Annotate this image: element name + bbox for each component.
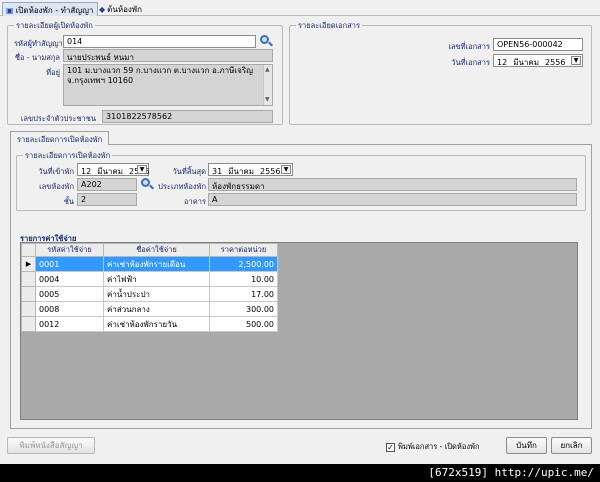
table-row[interactable]: 0005 ค่าน้ำประปา 17.00 (21, 286, 278, 302)
end-date-picker[interactable]: 31 มีนาคม 2556 ▼ (208, 163, 293, 176)
cell-name[interactable]: ค่าไฟฟ้า (103, 271, 210, 287)
tenant-address-field[interactable]: 101 ม.บางแวก 59 ก.บางแวก ต.บางแวก อ.ภาษี… (63, 64, 273, 106)
column-header-code[interactable]: รหัสค่าใช้จ่าย (35, 243, 104, 257)
table-row[interactable]: ▶ 0001 ค่าเช่าห้องพักรายเดือน 2,500.00 (21, 256, 278, 272)
cell-code[interactable]: 0001 (35, 256, 104, 272)
cell-name[interactable]: ค่าเช่าห้องพักรายวัน (103, 316, 210, 332)
tab-room-detail[interactable]: รายละเอียดการเปิดห้องพัก (10, 131, 110, 145)
address-scrollbar[interactable]: ▲ ▼ (263, 65, 272, 105)
print-contract-button[interactable]: พิมพ์หนังสือสัญญา (7, 437, 95, 454)
column-header-name[interactable]: ชื่อค่าใช้จ่าย (103, 243, 210, 257)
room-type-field: ห้องพักธรรมดา (208, 178, 577, 191)
cell-price[interactable]: 300.00 (209, 301, 278, 317)
chevron-down-icon[interactable]: ▼ (137, 165, 147, 174)
row-selector[interactable] (21, 286, 36, 302)
tab-room-list[interactable]: ◆ ต้นห้องพัก (96, 2, 146, 16)
floor-field: 2 (77, 193, 137, 206)
doc-date-label: วันที่เอกสาร (451, 58, 490, 67)
tenant-code-input[interactable]: 014 (63, 35, 256, 48)
chevron-down-icon[interactable]: ▼ (281, 165, 291, 174)
row-selector[interactable] (21, 301, 36, 317)
table-row[interactable]: 0012 ค่าเช่าห้องพักรายวัน 500.00 (21, 316, 278, 332)
cell-code[interactable]: 0008 (35, 301, 104, 317)
cell-price[interactable]: 17.00 (209, 286, 278, 302)
tenant-name-field: นายประพนธ์ หนมา (63, 49, 273, 62)
doc-date-picker[interactable]: 12 มีนาคม 2556 ▼ (493, 54, 583, 67)
cell-code[interactable]: 0004 (35, 271, 104, 287)
tenant-address-label: ที่อยู่ (46, 68, 60, 77)
table-row[interactable]: 0004 ค่าไฟฟ้า 10.00 (21, 271, 278, 287)
cell-price[interactable]: 2,500.00 (209, 256, 278, 272)
column-header-price[interactable]: ราคาต่อหน่วย (209, 243, 278, 257)
tab-open-room-contract[interactable]: ▣ เปิดห้องพัก - ทำสัญญา (2, 2, 99, 16)
document-legend: รายละเอียดเอกสาร (296, 20, 363, 32)
scroll-up-icon[interactable]: ▲ (265, 65, 270, 75)
room-legend: รายละเอียดการเปิดห้องพัก (23, 150, 113, 162)
expenses-grid[interactable]: รหัสค่าใช้จ่าย ชื่อค่าใช้จ่าย ราคาต่อหน่… (20, 242, 578, 420)
building-label: อาคาร (184, 197, 206, 206)
floor-label: ชั้น (63, 197, 74, 206)
print-doc-checkbox[interactable]: ✓ พิมพ์เอกสาร - เปิดห้องพัก (386, 441, 480, 453)
cell-code[interactable]: 0005 (35, 286, 104, 302)
end-date-label: วันที่สิ้นสุด (172, 167, 206, 176)
row-selector[interactable] (21, 271, 36, 287)
cancel-button[interactable]: ยกเลิก (551, 437, 592, 454)
cell-name[interactable]: ค่าส่วนกลาง (103, 301, 210, 317)
search-icon[interactable] (259, 34, 273, 48)
doc-number-field[interactable]: OPEN56-000042 (493, 38, 583, 51)
room-type-label: ประเภทห้องพัก (158, 182, 206, 191)
checkin-date-label: วันที่เข้าพัก (38, 167, 74, 176)
room-number-field[interactable]: A202 (77, 178, 137, 191)
row-selector[interactable] (21, 316, 36, 332)
checkbox-icon[interactable]: ✓ (386, 442, 395, 452)
cell-code[interactable]: 0012 (35, 316, 104, 332)
folder-icon: ▣ (6, 6, 14, 15)
tenant-legend: รายละเอียดผู้เปิดห้องพัก (14, 20, 95, 32)
save-button[interactable]: บันทึก (506, 437, 547, 454)
cell-name[interactable]: ค่าเช่าห้องพักรายเดือน (103, 256, 210, 272)
row-pointer-icon[interactable]: ▶ (21, 256, 36, 272)
watermark-text: [672x519] http://upic.me/ (428, 466, 594, 479)
room-number-label: เลขห้องพัก (39, 182, 74, 191)
cell-price[interactable]: 500.00 (209, 316, 278, 332)
diamond-icon: ◆ (99, 5, 106, 14)
cell-name[interactable]: ค่าน้ำประปา (103, 286, 210, 302)
tenant-code-label: รหัสผู้ทำสัญญา (14, 39, 63, 48)
tenant-name-label: ชื่อ - นามสกุล (14, 53, 60, 62)
scroll-down-icon[interactable]: ▼ (265, 95, 270, 105)
building-field: A (208, 193, 577, 206)
cell-price[interactable]: 10.00 (209, 271, 278, 287)
tenant-idcard-label: เลขประจำตัวประชาชน (20, 114, 96, 123)
search-icon[interactable] (140, 177, 154, 191)
app-window: ▣ เปิดห้องพัก - ทำสัญญา ◆ ต้นห้องพัก รายละ… (0, 0, 600, 464)
chevron-down-icon[interactable]: ▼ (571, 56, 581, 65)
doc-number-label: เลขที่เอกสาร (448, 42, 490, 51)
grid-corner (21, 243, 36, 257)
tab-bar: ▣ เปิดห้องพัก - ทำสัญญา ◆ ต้นห้องพัก (0, 0, 600, 16)
table-row[interactable]: 0008 ค่าส่วนกลาง 300.00 (21, 301, 278, 317)
tenant-idcard-field: 3101822578562 (102, 110, 273, 123)
checkin-date-picker[interactable]: 12มีนาคม2556 ▼ (77, 163, 149, 176)
